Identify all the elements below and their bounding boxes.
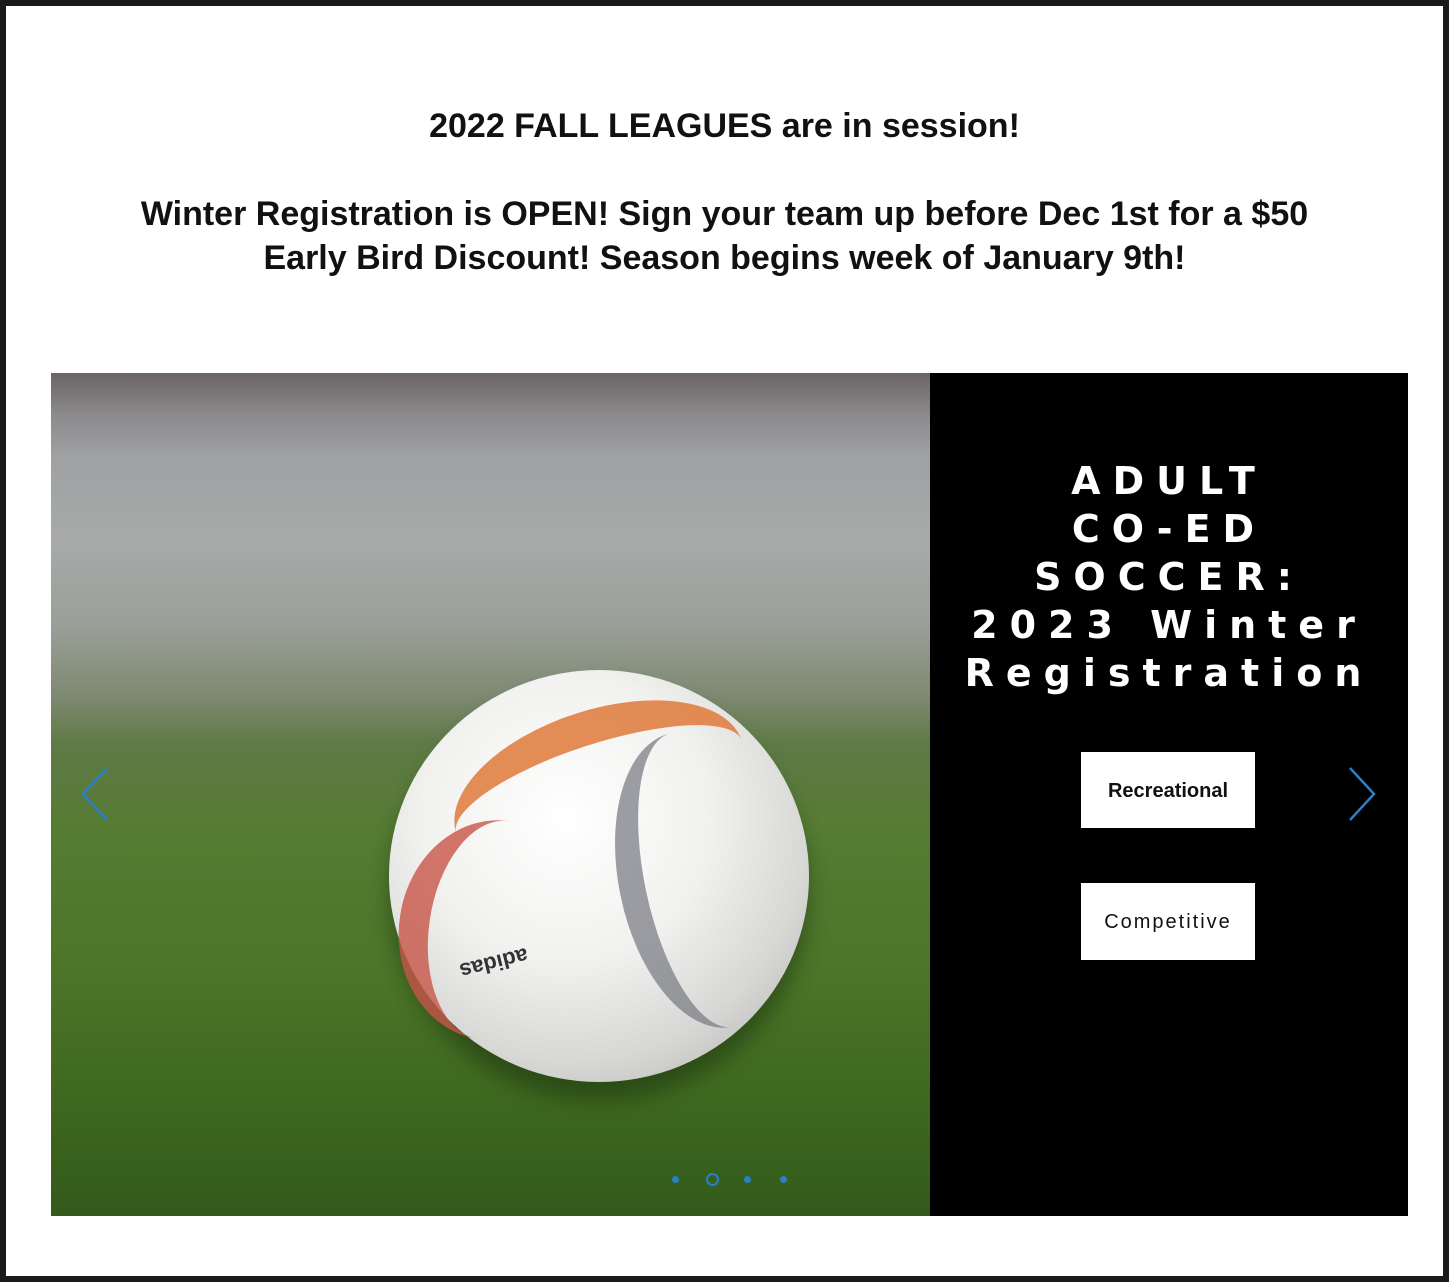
recreational-button[interactable]: Recreational	[1081, 752, 1255, 828]
registration-slider: adidas ADULT CO-ED SOCCER: 2023 Winter R…	[51, 373, 1408, 1216]
slide-info-panel: ADULT CO-ED SOCCER: 2023 Winter Registra…	[930, 373, 1408, 1216]
competitive-button[interactable]: Competitive	[1081, 883, 1255, 960]
page-frame: 2022 FALL LEAGUES are in session! Winter…	[0, 0, 1449, 1282]
slide-title: ADULT CO-ED SOCCER: 2023 Winter Registra…	[930, 457, 1408, 697]
announcement: 2022 FALL LEAGUES are in session! Winter…	[46, 104, 1403, 280]
slide-title-line: 2023 Winter	[971, 603, 1367, 647]
slide-dot[interactable]	[672, 1176, 679, 1183]
chevron-left-icon[interactable]	[81, 766, 109, 822]
slide-title-line: Registration	[964, 651, 1374, 695]
slide-dot[interactable]	[780, 1176, 787, 1183]
slide-title-line: SOCCER:	[1034, 555, 1304, 599]
soccer-ball-image: adidas	[384, 667, 815, 1082]
slide-title-line: CO-ED	[1071, 507, 1267, 551]
announcement-details: Winter Registration is OPEN! Sign your t…	[140, 195, 1309, 277]
announcement-headline: 2022 FALL LEAGUES are in session!	[429, 107, 1020, 145]
slide-pagination	[668, 1173, 798, 1187]
chevron-right-icon[interactable]	[1348, 766, 1376, 822]
slide-dot-active[interactable]	[706, 1173, 719, 1186]
slide-title-line: ADULT	[1071, 459, 1267, 503]
soccer-ball-photo: adidas	[51, 373, 930, 1216]
slide-dot[interactable]	[744, 1176, 751, 1183]
